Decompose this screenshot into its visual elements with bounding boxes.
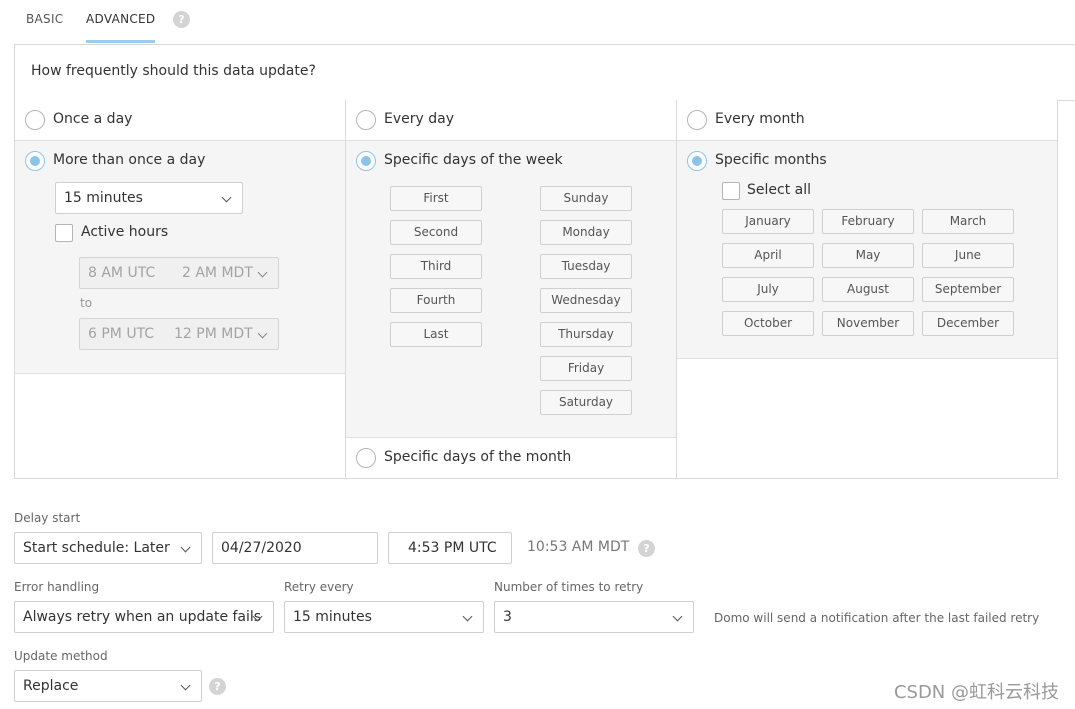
every-day-label[interactable]: Every day <box>384 111 454 127</box>
error-handling-select[interactable]: Always retry when an update fails <box>14 601 274 633</box>
month-july[interactable]: July <box>722 277 814 302</box>
active-end-select[interactable]: 6 PM UTC 12 PM MDT <box>79 318 279 350</box>
to-label: to <box>80 296 93 310</box>
chevron-down-icon <box>672 611 683 622</box>
days-of-week-panel: Specific days of the week First Second T… <box>346 141 676 438</box>
every-day-radio[interactable] <box>356 110 376 130</box>
month-august[interactable]: August <box>822 277 914 302</box>
chevron-down-icon <box>180 542 191 553</box>
weekday-sunday[interactable]: Sunday <box>540 186 632 211</box>
weekday-wednesday[interactable]: Wednesday <box>540 288 632 313</box>
option-row-every-month[interactable]: Every month <box>677 100 1057 141</box>
update-method-label: Update method <box>14 649 108 663</box>
retry-notification-note: Domo will send a notification after the … <box>714 611 1040 625</box>
interval-value: 15 minutes <box>64 190 143 206</box>
retry-every-label: Retry every <box>284 580 354 594</box>
frequency-question: How frequently should this data update? <box>31 63 316 79</box>
month-january[interactable]: January <box>722 209 814 234</box>
month-april[interactable]: April <box>722 243 814 268</box>
weekday-friday[interactable]: Friday <box>540 356 632 381</box>
active-hours-label[interactable]: Active hours <box>81 224 168 240</box>
chevron-down-icon <box>221 192 232 203</box>
start-time-input[interactable]: 4:53 PM UTC <box>388 532 512 564</box>
once-a-day-radio[interactable] <box>25 110 45 130</box>
ordinal-last[interactable]: Last <box>390 322 482 347</box>
error-handling-label: Error handling <box>14 580 100 594</box>
weekday-monday[interactable]: Monday <box>540 220 632 245</box>
days-of-week-label[interactable]: Specific days of the week <box>384 152 563 168</box>
ordinal-third[interactable]: Third <box>390 254 482 279</box>
start-schedule-value: Start schedule: Later <box>23 540 170 556</box>
end-utc: 6 PM UTC <box>88 326 155 342</box>
chevron-down-icon <box>180 680 191 691</box>
help-icon[interactable]: ? <box>173 11 190 28</box>
more-than-once-label[interactable]: More than once a day <box>53 152 205 168</box>
column-weekly: Every day Specific days of the week Firs… <box>345 100 677 479</box>
column-monthly: Every month Specific months Select all J… <box>676 100 1058 479</box>
help-icon[interactable]: ? <box>209 678 226 695</box>
retry-count-select[interactable]: 3 <box>494 601 694 633</box>
chevron-down-icon <box>257 267 268 278</box>
retry-every-select[interactable]: 15 minutes <box>284 601 484 633</box>
error-handling-value: Always retry when an update fails <box>23 609 262 625</box>
every-month-radio[interactable] <box>687 110 707 130</box>
option-row-every-day[interactable]: Every day <box>346 100 676 141</box>
weekday-thursday[interactable]: Thursday <box>540 322 632 347</box>
ordinal-fourth[interactable]: Fourth <box>390 288 482 313</box>
specific-months-radio[interactable] <box>687 151 707 171</box>
days-of-month-radio[interactable] <box>356 448 376 468</box>
select-all-checkbox[interactable] <box>722 182 740 200</box>
start-utc: 8 AM UTC <box>88 265 156 281</box>
month-february[interactable]: February <box>822 209 914 234</box>
days-of-month-label[interactable]: Specific days of the month <box>384 449 571 465</box>
start-local: 2 AM MDT <box>182 265 253 281</box>
month-november[interactable]: November <box>822 311 914 336</box>
ordinal-first[interactable]: First <box>390 186 482 211</box>
end-local: 12 PM MDT <box>174 326 253 342</box>
column-daily: Once a day More than once a day 15 minut… <box>14 100 346 479</box>
interval-select[interactable]: 15 minutes <box>55 182 243 214</box>
local-time-text: 10:53 AM MDT <box>527 539 630 555</box>
delay-start-label: Delay start <box>14 511 81 525</box>
update-method-select[interactable]: Replace <box>14 670 202 702</box>
tab-basic[interactable]: BASIC <box>26 12 63 26</box>
active-tab-indicator <box>86 40 155 43</box>
option-row-once[interactable]: Once a day <box>15 100 345 141</box>
active-start-select[interactable]: 8 AM UTC 2 AM MDT <box>79 257 279 289</box>
help-icon[interactable]: ? <box>638 540 655 557</box>
month-may[interactable]: May <box>822 243 914 268</box>
specific-months-label[interactable]: Specific months <box>715 152 827 168</box>
update-method-value: Replace <box>23 678 79 694</box>
month-december[interactable]: December <box>922 311 1014 336</box>
month-march[interactable]: March <box>922 209 1014 234</box>
month-september[interactable]: September <box>922 277 1014 302</box>
month-june[interactable]: June <box>922 243 1014 268</box>
start-date-input[interactable]: 04/27/2020 <box>212 532 378 564</box>
every-month-label[interactable]: Every month <box>715 111 805 127</box>
ordinal-second[interactable]: Second <box>390 220 482 245</box>
days-of-week-radio[interactable] <box>356 151 376 171</box>
once-a-day-label[interactable]: Once a day <box>53 111 132 127</box>
specific-months-panel: Specific months Select all January Febru… <box>677 141 1057 359</box>
weekday-tuesday[interactable]: Tuesday <box>540 254 632 279</box>
more-than-once-radio[interactable] <box>25 151 45 171</box>
chevron-down-icon <box>257 328 268 339</box>
month-october[interactable]: October <box>722 311 814 336</box>
watermark: CSDN @虹科云科技 <box>893 682 1059 703</box>
weekday-saturday[interactable]: Saturday <box>540 390 632 415</box>
start-schedule-select[interactable]: Start schedule: Later <box>14 532 202 564</box>
select-all-label[interactable]: Select all <box>747 182 811 198</box>
tab-advanced[interactable]: ADVANCED <box>86 12 155 26</box>
active-hours-checkbox[interactable] <box>55 224 73 242</box>
retry-count-label: Number of times to retry <box>494 580 644 594</box>
chevron-down-icon <box>462 611 473 622</box>
more-than-once-panel: More than once a day 15 minutes Active h… <box>15 141 345 374</box>
retry-every-value: 15 minutes <box>293 609 372 625</box>
retry-count-value: 3 <box>503 609 512 625</box>
